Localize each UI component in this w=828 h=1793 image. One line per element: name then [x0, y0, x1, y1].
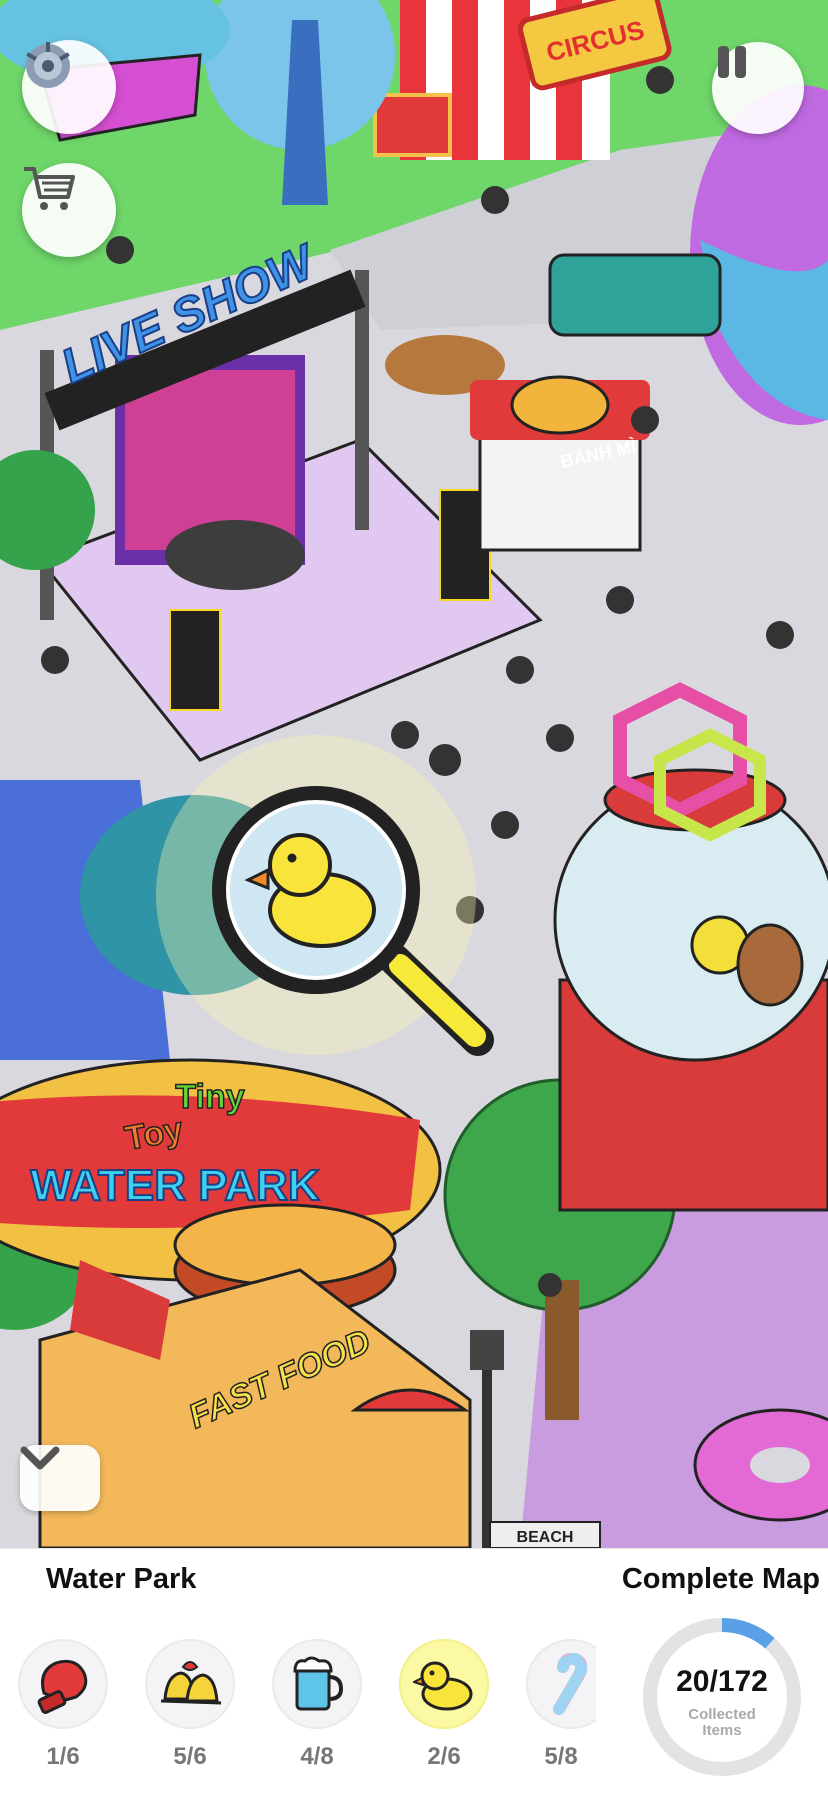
cart-icon [24, 167, 75, 210]
item-circle[interactable] [526, 1639, 596, 1729]
rubber-duck-icon [413, 1661, 473, 1711]
collection-progress[interactable]: 20/172 Collected Items [640, 1615, 804, 1779]
item-circle[interactable] [272, 1639, 362, 1729]
shop-button[interactable] [22, 163, 116, 257]
item-count: 5/8 [544, 1743, 578, 1770]
item-count: 2/6 [427, 1743, 461, 1770]
beach-sign: BEACH [517, 1529, 574, 1546]
item-circle[interactable] [145, 1639, 235, 1729]
map-illustration[interactable]: CIRCUS LIVE SHOW BÁNH MÌ Toy Tiny WATER … [0, 0, 828, 1548]
item-circle[interactable] [18, 1639, 108, 1729]
beer-mug-icon [293, 1656, 344, 1711]
pause-icon [718, 46, 746, 78]
collected-caption: Collected Items [640, 1707, 804, 1739]
pause-button[interactable] [712, 42, 804, 134]
collapse-panel-button[interactable] [20, 1445, 100, 1511]
water-park-mid-sign: Tiny [175, 1078, 244, 1116]
collected-count: 20/172 [676, 1665, 768, 1698]
item-boxing-glove[interactable]: 1/6 [18, 1639, 108, 1771]
item-beer-mug[interactable]: 4/8 [272, 1639, 362, 1771]
gear-icon [26, 42, 70, 88]
area-title: Water Park [46, 1563, 197, 1595]
collected-caption-line1: Collected [688, 1706, 756, 1723]
item-candy-cane[interactable]: 5/8 [526, 1639, 596, 1771]
items-panel: Water Park Complete Map 1/6 5/6 4/8 2/6 … [0, 1548, 828, 1793]
teal-car [548, 253, 722, 337]
candy-cane-icon [553, 1653, 588, 1715]
boxing-glove-icon [37, 1659, 88, 1714]
item-count: 4/8 [300, 1743, 334, 1770]
settings-button[interactable] [22, 40, 116, 134]
target-magnifier[interactable] [156, 735, 494, 1056]
game-map[interactable]: CIRCUS LIVE SHOW BÁNH MÌ Toy Tiny WATER … [0, 0, 828, 1548]
item-count: 5/6 [173, 1743, 207, 1770]
complete-map-title[interactable]: Complete Map [622, 1563, 820, 1596]
item-rubber-duck[interactable]: 2/6 [399, 1639, 489, 1771]
item-circle[interactable] [399, 1639, 489, 1729]
bells-icon [160, 1661, 222, 1705]
item-count: 1/6 [46, 1743, 80, 1770]
item-bells[interactable]: 5/6 [145, 1639, 235, 1771]
water-park-sign: WATER PARK [30, 1161, 319, 1210]
banh-mi-stand: BÁNH MÌ [470, 375, 650, 552]
collected-caption-line2: Items [702, 1722, 742, 1739]
chevron-down-icon [20, 1446, 60, 1470]
